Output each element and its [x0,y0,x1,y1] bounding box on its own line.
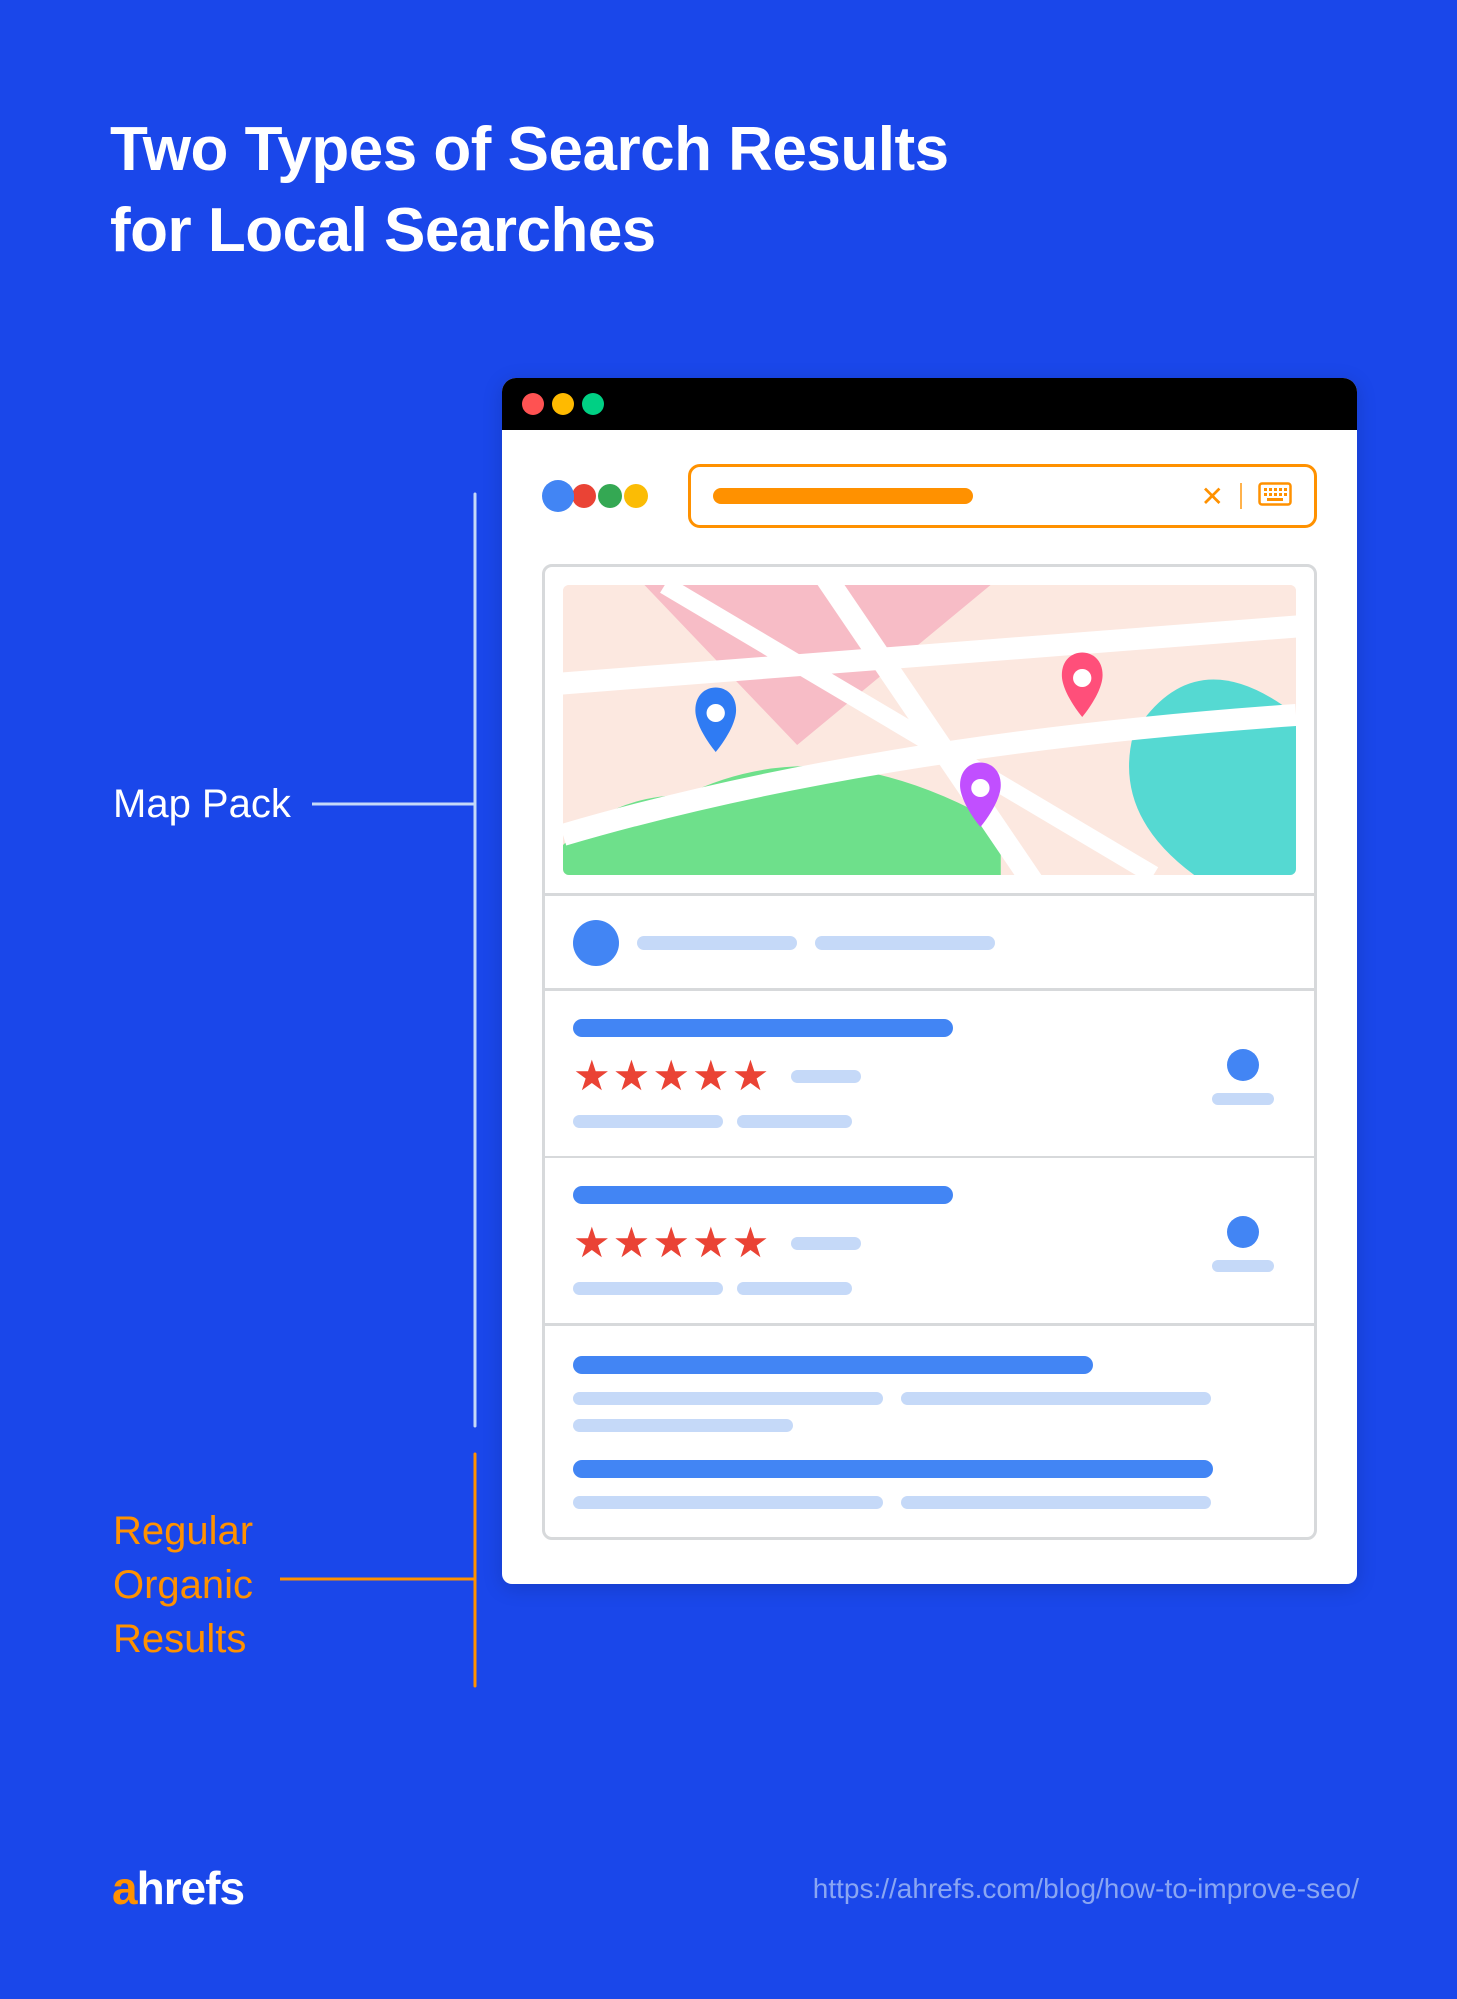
organic-result[interactable] [545,1326,1314,1537]
action-icon[interactable] [1212,1049,1274,1105]
search-engine-logo [542,480,648,512]
search-results-panel: ★★★★★ ★★★★★ [542,564,1317,1540]
window-minimize-icon[interactable] [552,393,574,415]
map-pack-result[interactable]: ★★★★★ [545,991,1314,1156]
map-pack-line [312,802,476,806]
source-url: https://ahrefs.com/blog/how-to-improve-s… [813,1873,1359,1905]
browser-window: ✕ [502,378,1357,1584]
map-pack-header [545,896,1314,988]
browser-titlebar [502,378,1357,430]
result-title-placeholder [573,1019,953,1037]
organic-line [280,1577,476,1581]
clear-icon[interactable]: ✕ [1201,480,1224,513]
organic-bracket [472,1450,502,1690]
ahrefs-logo: ahrefs [112,1861,244,1915]
result-title-placeholder [573,1460,1213,1478]
infographic-title: Two Types of Search Results for Local Se… [110,110,949,271]
action-icon[interactable] [1212,1216,1274,1272]
keyboard-icon[interactable] [1258,482,1292,511]
organic-results-label: Regular Organic Results [113,1504,253,1666]
star-rating: ★★★★★ [573,1222,769,1264]
window-close-icon[interactable] [522,393,544,415]
map-thumbnail[interactable] [563,585,1296,875]
divider [1240,483,1242,509]
search-input[interactable]: ✕ [688,464,1317,528]
search-query-placeholder [713,488,973,504]
result-title-placeholder [573,1186,953,1204]
map-pack-bracket [472,490,502,1430]
result-title-placeholder [573,1356,1093,1374]
window-maximize-icon[interactable] [582,393,604,415]
map-pack-label: Map Pack [113,782,291,827]
map-pack-result[interactable]: ★★★★★ [545,1158,1314,1323]
category-icon [573,920,619,966]
star-rating: ★★★★★ [573,1055,769,1097]
